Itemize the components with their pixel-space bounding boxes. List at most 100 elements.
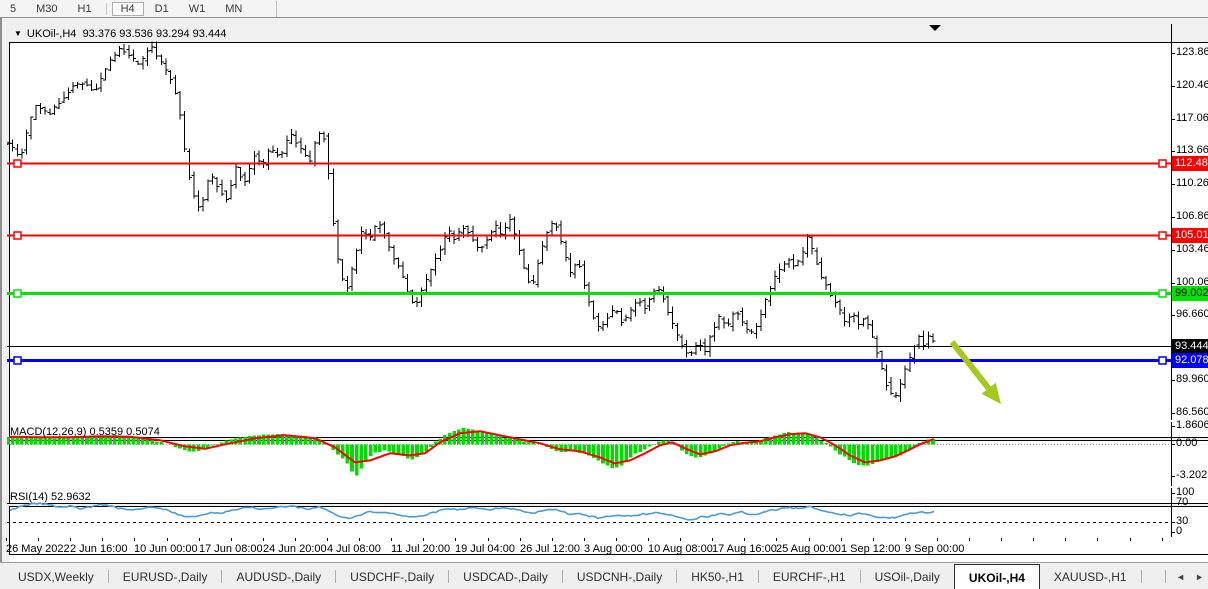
axis-separator (1171, 422, 1172, 486)
time-axis-tick (327, 538, 328, 541)
price-axis-label: 123.860 (1176, 46, 1208, 58)
chart-ohlc-values: 93.376 93.536 93.294 93.444 (83, 28, 227, 40)
symbol-tab-ukoil-h4[interactable]: UKOil-,H4 (954, 564, 1040, 589)
time-axis-tick (776, 538, 777, 541)
time-axis-tick (905, 538, 906, 541)
date-label: 19 Jul 04:00 (455, 543, 515, 555)
time-axis-tick (616, 538, 617, 541)
symbol-tab-usdx-weekly[interactable]: USDX,Weekly (4, 563, 108, 589)
date-label: 1 Sep 12:00 (841, 543, 900, 555)
date-label: 24 Jun 20:00 (263, 543, 327, 555)
price-level-badge: 93.444 (1172, 339, 1208, 354)
symbol-tab-usdchf-daily[interactable]: USDCHF-,Daily (336, 563, 448, 589)
rsi-canvas[interactable] (7, 488, 1171, 537)
time-axis-tick (873, 538, 874, 541)
terminal-screen: 5M30H1H4D1W1MN ▼UKOil-,H4 93.376 93.536 … (0, 0, 1208, 589)
time-axis-tick (1097, 538, 1098, 541)
date-label: 10 Jun 00:00 (134, 543, 198, 555)
timeframe-button-mn[interactable]: MN (216, 2, 251, 16)
tab-scroll-left-icon[interactable]: ◄ (1176, 572, 1185, 582)
time-axis-tick (1065, 538, 1066, 541)
date-label: 17 Jun 08:00 (199, 543, 263, 555)
timeframe-button-w1[interactable]: W1 (180, 2, 215, 16)
price-axis-label: 96.660 (1176, 308, 1208, 320)
symbol-tab-usoil-daily[interactable]: USOil-,Daily (861, 563, 954, 589)
divider (1141, 570, 1142, 583)
price-axis-label: 113.660 (1176, 144, 1208, 156)
macd-axis-label: 0.00 (1176, 437, 1197, 449)
symbol-tab-usdcad-daily[interactable]: USDCAD-,Daily (449, 563, 562, 589)
time-axis-tick (937, 538, 938, 541)
rsi-axis-label: 70 (1176, 496, 1188, 508)
divider (276, 1, 277, 17)
date-label: 11 Jul 20:00 (391, 543, 450, 555)
timeframe-button-h4[interactable]: H4 (112, 2, 144, 16)
timeframe-button-5[interactable]: 5 (1, 2, 25, 16)
time-axis-tick (1033, 538, 1034, 541)
symbol-tab-eurchf-h1[interactable]: EURCHF-,H1 (759, 563, 860, 589)
macd-axis-label: 1.8606 (1176, 419, 1208, 431)
time-axis-tick (744, 538, 745, 541)
price-axis-label: 110.260 (1176, 177, 1208, 189)
price-level-badge: 112.486 (1172, 156, 1208, 171)
symbol-tab-bar: USDX,WeeklyEURUSD-,DailyAUDUSD-,DailyUSD… (0, 562, 1208, 589)
price-axis-label: 89.960 (1176, 373, 1208, 385)
symbol-tab-usdcnh-daily[interactable]: USDCNH-,Daily (563, 563, 676, 589)
price-axis-label: 120.460 (1176, 79, 1208, 91)
chart-title: ▼UKOil-,H4 93.376 93.536 93.294 93.444 (14, 28, 226, 40)
time-axis-tick (423, 538, 424, 541)
date-label: 9 Sep 00:00 (905, 543, 964, 555)
time-axis-tick (648, 538, 649, 541)
date-label: 4 Jul 08:00 (327, 543, 381, 555)
time-axis-tick (488, 538, 489, 541)
timeframe-button-m30[interactable]: M30 (27, 2, 66, 16)
date-label: 10 Aug 08:00 (648, 543, 713, 555)
time-axis-tick (809, 538, 810, 541)
macd-axis-label: -3.2023 (1176, 469, 1208, 481)
symbol-tab-hk50-h1[interactable]: HK50-,H1 (677, 563, 758, 589)
time-axis-tick (552, 538, 553, 541)
tab-scroll-right-icon[interactable]: ► (1195, 572, 1204, 582)
symbol-tab-audusd-daily[interactable]: AUDUSD-,Daily (222, 563, 335, 589)
timeframe-button-h1[interactable]: H1 (69, 2, 101, 16)
macd-canvas[interactable] (7, 422, 1171, 486)
time-axis-tick (1162, 538, 1163, 541)
symbol-tab-xauusd-h1[interactable]: XAUUSD-,H1 (1040, 563, 1141, 589)
price-level-badge: 92.078 (1172, 353, 1208, 368)
timeframe-toolbar: 5M30H1 H4D1W1MN (0, 0, 1208, 18)
symbol-tabs: USDX,WeeklyEURUSD-,DailyAUDUSD-,DailyUSD… (0, 563, 1142, 589)
time-axis-tick (969, 538, 970, 541)
price-axis-label: 106.860 (1176, 210, 1208, 222)
time-axis-tick (455, 538, 456, 541)
rsi-axis-label: 0 (1176, 525, 1182, 537)
price-level-badge: 99.002 (1172, 286, 1208, 301)
timeframe-button-d1[interactable]: D1 (146, 2, 178, 16)
time-axis-tick (295, 538, 296, 541)
time-axis-tick (70, 538, 71, 541)
time-axis-tick (391, 538, 392, 541)
time-axis-tick (199, 538, 200, 541)
price-chart-canvas[interactable] (7, 24, 1171, 420)
collapse-triangle-icon[interactable]: ▼ (14, 29, 22, 38)
time-axis-tick (38, 538, 39, 541)
tab-scroll-controls: ◄ ► (1165, 563, 1204, 589)
symbol-tab-eurusd-daily[interactable]: EURUSD-,Daily (109, 563, 222, 589)
date-label: 3 Aug 00:00 (584, 543, 643, 555)
time-axis-tick (263, 538, 264, 541)
time-axis-tick (841, 538, 842, 541)
date-label: 26 Jul 12:00 (520, 543, 580, 555)
time-axis-tick (520, 538, 521, 541)
time-axis-tick (1130, 538, 1131, 541)
axis-separator (1171, 24, 1172, 420)
divider (1165, 570, 1166, 583)
rsi-indicator-label: RSI(14) 52.9632 (10, 491, 91, 503)
axis-separator (1171, 488, 1172, 537)
time-axis-tick (167, 538, 168, 541)
time-axis-tick (102, 538, 103, 541)
time-axis-tick (1001, 538, 1002, 541)
price-axis-label: 117.060 (1176, 112, 1208, 124)
date-label: 2 Jun 16:00 (70, 543, 128, 555)
time-axis-tick (231, 538, 232, 541)
date-label: 17 Aug 16:00 (712, 543, 777, 555)
macd-indicator-label: MACD(12,26,9) 0.5359 0.5074 (10, 426, 160, 438)
